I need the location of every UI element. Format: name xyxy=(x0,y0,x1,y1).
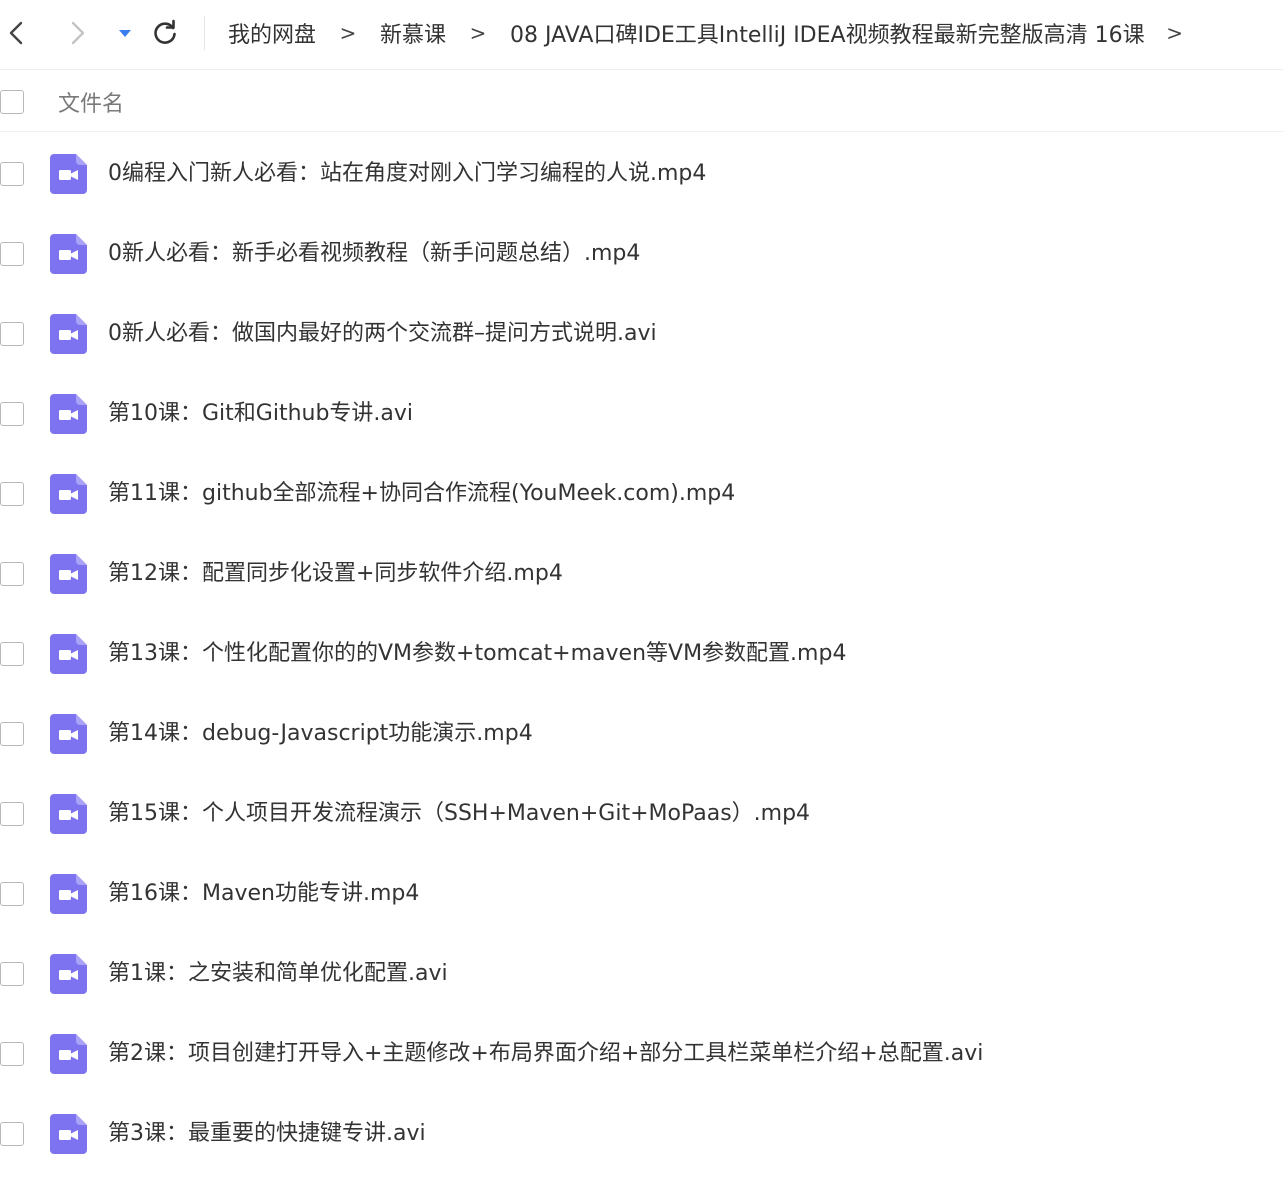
file-checkbox[interactable] xyxy=(0,1122,24,1146)
file-row[interactable]: 0新人必看：做国内最好的两个交流群–提问方式说明.avi xyxy=(0,294,1283,374)
file-name[interactable]: 第11课：github全部流程+协同合作流程(YouMeek.com).mp4 xyxy=(108,454,735,534)
video-file-icon xyxy=(50,1034,87,1074)
video-file-icon xyxy=(50,314,87,354)
breadcrumb-separator: > xyxy=(469,21,487,45)
file-name[interactable]: 0新人必看：做国内最好的两个交流群–提问方式说明.avi xyxy=(108,294,657,374)
file-list: 0编程入门新人必看：站在角度对刚入门学习编程的人说.mp4 0新人必看：新手必看视… xyxy=(0,134,1283,1174)
file-checkbox[interactable] xyxy=(0,482,24,506)
toolbar-divider xyxy=(204,16,205,50)
file-checkbox[interactable] xyxy=(0,242,24,266)
file-checkbox[interactable] xyxy=(0,962,24,986)
breadcrumb-item-folder[interactable]: 新慕课 xyxy=(380,17,446,49)
breadcrumb-separator: > xyxy=(1166,21,1183,45)
file-checkbox[interactable] xyxy=(0,402,24,426)
file-name[interactable]: 第1课：之安装和简单优化配置.avi xyxy=(108,934,448,1014)
file-name[interactable]: 第15课：个人项目开发流程演示（SSH+Maven+Git+MoPaas）.mp… xyxy=(108,774,810,854)
file-checkbox[interactable] xyxy=(0,722,24,746)
file-checkbox[interactable] xyxy=(0,642,24,666)
video-file-icon xyxy=(50,154,87,194)
navigation-bar: 我的网盘 > 新慕课 > 08 JAVA口碑IDE工具IntelliJ IDEA… xyxy=(0,0,1283,70)
file-name[interactable]: 第16课：Maven功能专讲.mp4 xyxy=(108,854,419,934)
file-row[interactable]: 第16课：Maven功能专讲.mp4 xyxy=(0,854,1283,934)
file-checkbox[interactable] xyxy=(0,802,24,826)
file-name[interactable]: 第14课：debug-Javascript功能演示.mp4 xyxy=(108,694,533,774)
file-checkbox[interactable] xyxy=(0,1042,24,1066)
chevron-right-icon xyxy=(71,21,85,45)
file-name[interactable]: 第13课：个性化配置你的的VM参数+tomcat+maven等VM参数配置.mp… xyxy=(108,614,846,694)
video-file-icon xyxy=(50,794,87,834)
file-row[interactable]: 第12课：配置同步化设置+同步软件介绍.mp4 xyxy=(0,534,1283,614)
video-file-icon xyxy=(50,714,87,754)
video-file-icon xyxy=(50,874,87,914)
breadcrumb-item-current-folder[interactable]: 08 JAVA口碑IDE工具IntelliJ IDEA视频教程最新完整版高清 1… xyxy=(510,17,1145,49)
forward-button[interactable] xyxy=(60,16,94,50)
video-file-icon xyxy=(50,234,87,274)
video-file-icon xyxy=(50,474,87,514)
file-name[interactable]: 0新人必看：新手必看视频教程（新手问题总结）.mp4 xyxy=(108,214,640,294)
file-row[interactable]: 第13课：个性化配置你的的VM参数+tomcat+maven等VM参数配置.mp… xyxy=(0,614,1283,694)
video-file-icon xyxy=(50,954,87,994)
file-checkbox[interactable] xyxy=(0,562,24,586)
file-row[interactable]: 第14课：debug-Javascript功能演示.mp4 xyxy=(0,694,1283,774)
file-row[interactable]: 第1课：之安装和简单优化配置.avi xyxy=(0,934,1283,1014)
file-name[interactable]: 0编程入门新人必看：站在角度对刚入门学习编程的人说.mp4 xyxy=(108,134,706,214)
refresh-button[interactable] xyxy=(148,16,182,50)
file-row[interactable]: 第2课：项目创建打开导入+主题修改+布局界面介绍+部分工具栏菜单栏介绍+总配置.… xyxy=(0,1014,1283,1094)
file-checkbox[interactable] xyxy=(0,162,24,186)
file-list-header: 文件名 xyxy=(0,72,1283,132)
caret-down-icon xyxy=(119,30,131,37)
video-file-icon xyxy=(50,554,87,594)
refresh-icon xyxy=(154,19,176,44)
file-row[interactable]: 第11课：github全部流程+协同合作流程(YouMeek.com).mp4 xyxy=(0,454,1283,534)
file-name[interactable]: 第10课：Git和Github专讲.avi xyxy=(108,374,413,454)
file-checkbox[interactable] xyxy=(0,322,24,346)
file-row[interactable]: 第15课：个人项目开发流程演示（SSH+Maven+Git+MoPaas）.mp… xyxy=(0,774,1283,854)
file-row[interactable]: 0编程入门新人必看：站在角度对刚入门学习编程的人说.mp4 xyxy=(0,134,1283,214)
history-dropdown-button[interactable] xyxy=(108,16,142,50)
column-header-filename[interactable]: 文件名 xyxy=(58,86,124,118)
file-row[interactable]: 第3课：最重要的快捷键专讲.avi xyxy=(0,1094,1283,1174)
video-file-icon xyxy=(50,634,87,674)
video-file-icon xyxy=(50,1114,87,1154)
breadcrumb: 我的网盘 > 新慕课 > 08 JAVA口碑IDE工具IntelliJ IDEA… xyxy=(228,0,1205,66)
breadcrumb-item-my-drive[interactable]: 我的网盘 xyxy=(228,17,316,49)
chevron-left-icon xyxy=(9,21,23,45)
back-button[interactable] xyxy=(0,16,34,50)
file-checkbox[interactable] xyxy=(0,882,24,906)
file-row[interactable]: 0新人必看：新手必看视频教程（新手问题总结）.mp4 xyxy=(0,214,1283,294)
file-name[interactable]: 第12课：配置同步化设置+同步软件介绍.mp4 xyxy=(108,534,563,614)
select-all-checkbox[interactable] xyxy=(0,89,24,114)
breadcrumb-separator: > xyxy=(339,21,357,45)
video-file-icon xyxy=(50,394,87,434)
file-name[interactable]: 第2课：项目创建打开导入+主题修改+布局界面介绍+部分工具栏菜单栏介绍+总配置.… xyxy=(108,1014,983,1094)
file-name[interactable]: 第3课：最重要的快捷键专讲.avi xyxy=(108,1094,426,1174)
file-row[interactable]: 第10课：Git和Github专讲.avi xyxy=(0,374,1283,454)
